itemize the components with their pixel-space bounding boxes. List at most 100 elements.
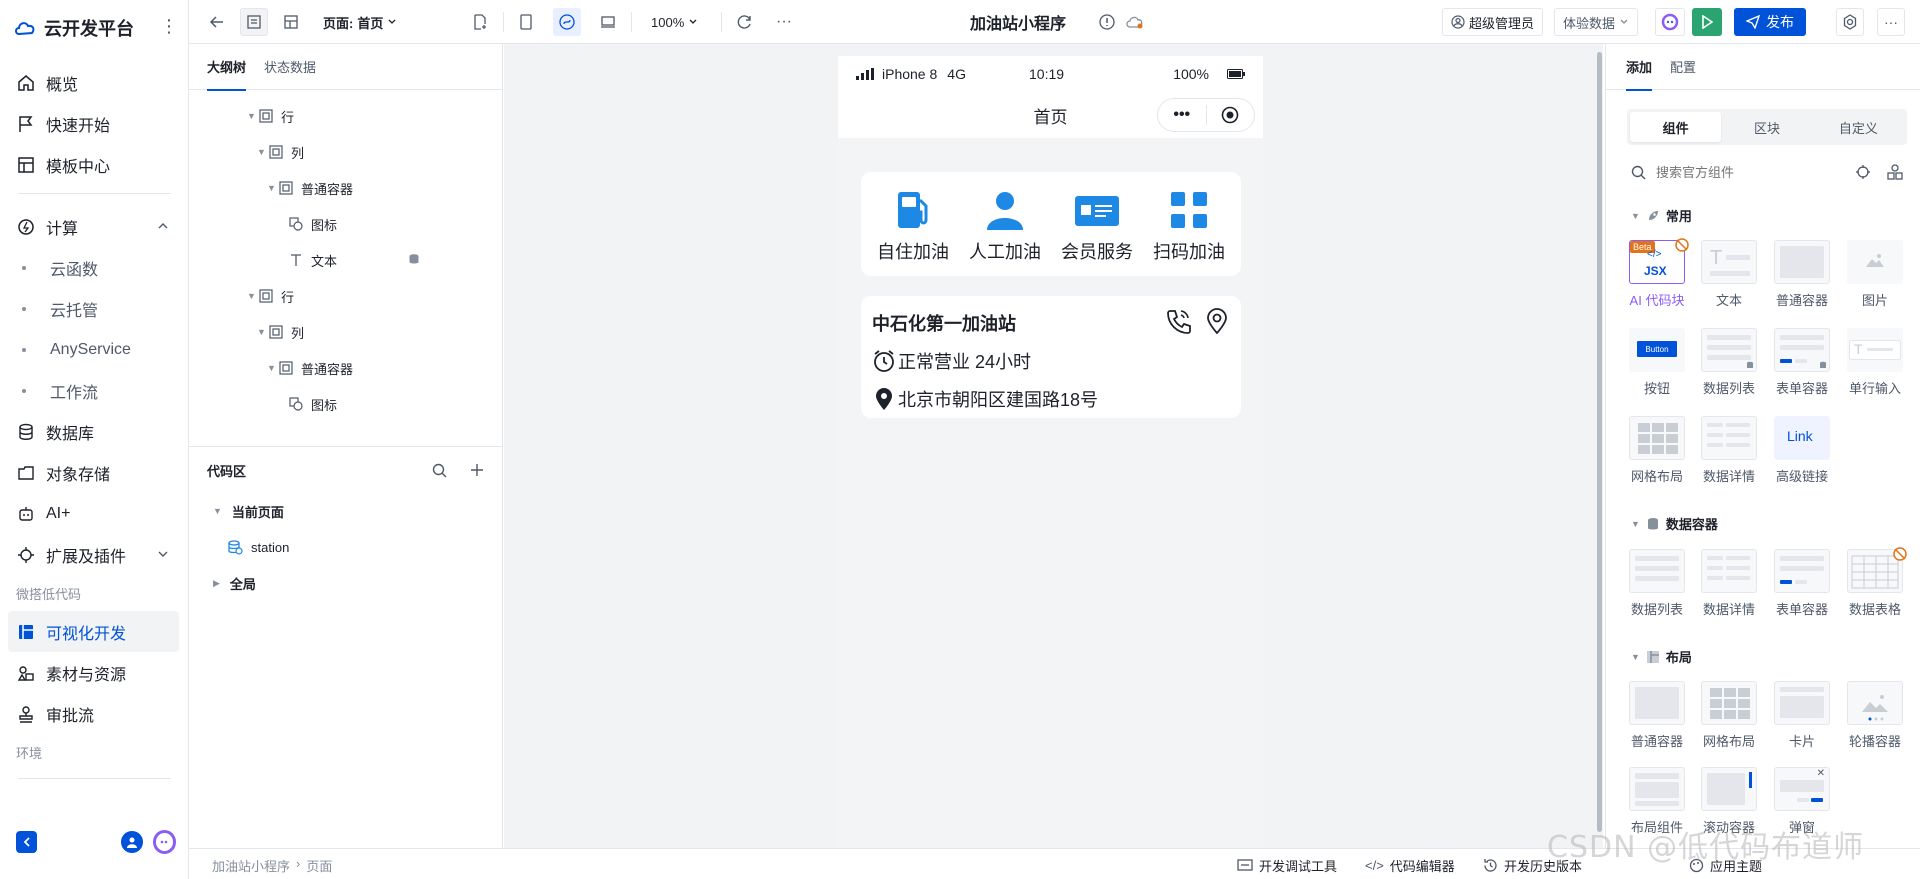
component-search-input[interactable] [1656, 164, 1836, 180]
tree-node[interactable]: 图标 [189, 386, 502, 422]
brand[interactable]: 云开发平台 [14, 14, 134, 42]
caret-down-icon: ▼ [1631, 518, 1640, 529]
data-mode-select[interactable]: 体验数据 [1554, 8, 1639, 36]
breadcrumb-app[interactable]: 加油站小程序 [212, 856, 290, 875]
component-single-input[interactable]: T 单行输入 [1840, 328, 1910, 402]
component-button[interactable]: Button 按钮 [1622, 328, 1692, 402]
code-group-global[interactable]: ▶ 全局 [189, 565, 502, 601]
component-form-container[interactable]: 表单容器 [1767, 549, 1837, 623]
sidebar-item-templates[interactable]: 模板中心 [0, 144, 189, 185]
more-horizontal-icon[interactable]: ··· [772, 8, 796, 36]
more-vertical-icon[interactable]: ⋮ [160, 17, 178, 35]
location-pin-icon[interactable] [1205, 308, 1229, 334]
group-header-data-container[interactable]: ▼ 数据容器 [1631, 514, 1718, 533]
settings-icon[interactable] [1836, 8, 1864, 36]
fuel-pump-icon [893, 190, 933, 230]
plus-icon[interactable] [470, 463, 484, 477]
segment-components[interactable]: 组件 [1630, 112, 1722, 142]
canvas-scrollbar[interactable] [1597, 52, 1602, 832]
tab-state-data[interactable]: 状态数据 [264, 44, 316, 90]
breadcrumb-page[interactable]: 页面 [306, 856, 332, 875]
sidebar-subitem-anyservice[interactable]: AnyService [0, 329, 189, 370]
run-preview-button[interactable] [1692, 8, 1722, 36]
sidebar-item-visual-dev[interactable]: 可视化开发 [8, 611, 179, 652]
user-avatar-icon[interactable] [121, 831, 143, 853]
component-data-table[interactable]: 数据表格 [1840, 547, 1910, 623]
component-data-list[interactable]: 数据列表 [1622, 549, 1692, 623]
tree-node[interactable]: ▼ 普通容器 [189, 350, 502, 386]
code-group-current-page[interactable]: ▼ 当前页面 [189, 493, 502, 529]
sidebar-item-approval[interactable]: 审批流 [0, 693, 189, 734]
sidebar-item-storage[interactable]: 对象存储 [0, 452, 189, 493]
close-target-icon[interactable] [1207, 106, 1255, 124]
grid-item-member[interactable]: 会员服务 [1052, 172, 1142, 276]
tree-node[interactable]: 文本 [189, 242, 502, 278]
refresh-icon[interactable] [733, 8, 757, 36]
tab-config[interactable]: 配置 [1670, 44, 1696, 90]
tree-node[interactable]: ▼ 行 [189, 98, 502, 134]
tree-node[interactable]: ▼ 列 [189, 314, 502, 350]
component-data-list[interactable]: 数据列表 [1694, 328, 1764, 402]
component-data-detail[interactable]: 数据详情 [1694, 549, 1764, 623]
component-form-container[interactable]: 表单容器 [1767, 328, 1837, 402]
segment-blocks[interactable]: 区块 [1721, 112, 1812, 142]
component-carousel[interactable]: 轮播容器 [1840, 681, 1910, 755]
back-arrow-icon[interactable] [205, 8, 229, 36]
component-grid-layout[interactable]: 网格布局 [1622, 416, 1692, 490]
desktop-view-icon[interactable] [596, 8, 620, 36]
user-menu-button[interactable]: 超级管理员 [1442, 8, 1544, 36]
more-horizontal-icon[interactable]: ••• [1158, 106, 1206, 124]
dev-debug-tool-button[interactable]: 开发调试工具 [1237, 856, 1337, 875]
tree-node[interactable]: ▼ 列 [189, 134, 502, 170]
miniprogram-view-icon[interactable] [553, 8, 581, 36]
tree-node[interactable]: ▼ 行 [189, 278, 502, 314]
phone-call-icon[interactable] [1165, 308, 1191, 334]
publish-button[interactable]: 发布 [1734, 8, 1806, 36]
tree-node[interactable]: 图标 [189, 206, 502, 242]
sidebar-item-database[interactable]: 数据库 [0, 411, 189, 452]
collapse-sidebar-button[interactable] [16, 831, 38, 853]
component-image[interactable]: 图片 [1840, 240, 1910, 314]
ai-assistant-button[interactable] [1655, 8, 1685, 36]
more-horizontal-icon[interactable]: ··· [1877, 8, 1905, 36]
tree-node[interactable]: ▼ 普通容器 [189, 170, 502, 206]
sidebar-subitem-workflow[interactable]: 工作流 [0, 370, 189, 411]
code-item-query[interactable]: station [189, 529, 502, 565]
component-text[interactable]: T 文本 [1694, 240, 1764, 314]
component-grid-layout[interactable]: 网格布局 [1694, 681, 1764, 755]
component-market-icon[interactable] [1887, 164, 1903, 180]
grid-item-manual-fuel[interactable]: 人工加油 [960, 172, 1050, 276]
page-list-icon[interactable] [240, 8, 268, 36]
grid-item-self-fuel[interactable]: 自住加油 [868, 172, 958, 276]
segment-custom[interactable]: 自定义 [1813, 112, 1904, 142]
sidebar-item-compute[interactable]: 计算 [0, 206, 189, 247]
sidebar-item-ai[interactable]: AI+ [0, 493, 189, 534]
page-selector[interactable]: 页面: 首页 [323, 8, 397, 36]
ai-assistant-icon[interactable] [152, 830, 177, 854]
info-icon[interactable] [1097, 8, 1117, 36]
sidebar-item-quickstart[interactable]: 快速开始 [0, 103, 189, 144]
sidebar-item-assets[interactable]: 素材与资源 [0, 652, 189, 693]
sidebar-subitem-cloudrun[interactable]: 云托管 [0, 288, 189, 329]
component-ai-code-block[interactable]: Beta </> JSX AI 代码块 [1622, 238, 1692, 314]
mobile-view-icon[interactable] [514, 8, 538, 36]
locate-icon[interactable] [1855, 164, 1871, 180]
grid-item-scan-fuel[interactable]: 扫码加油 [1144, 172, 1234, 276]
component-container[interactable]: 普通容器 [1767, 240, 1837, 314]
component-tree-icon[interactable] [277, 8, 305, 36]
group-header-common[interactable]: ▼ 常用 [1631, 206, 1692, 225]
sidebar-item-plugins[interactable]: 扩展及插件 [0, 534, 189, 575]
component-card[interactable]: 卡片 [1767, 681, 1837, 755]
zoom-selector[interactable]: 100% [651, 8, 698, 36]
component-container[interactable]: 普通容器 [1622, 681, 1692, 755]
group-header-layout[interactable]: ▼ 布局 [1631, 647, 1692, 666]
tab-add[interactable]: 添加 [1626, 44, 1653, 91]
code-editor-button[interactable]: </> 代码编辑器 [1365, 856, 1455, 875]
component-advanced-link[interactable]: Link 高级链接 [1767, 416, 1837, 490]
sidebar-subitem-functions[interactable]: 云函数 [0, 247, 189, 288]
sidebar-item-overview[interactable]: 概览 [0, 62, 189, 103]
component-data-detail[interactable]: 数据详情 [1694, 416, 1764, 490]
tab-outline-tree[interactable]: 大纲树 [207, 44, 247, 91]
search-icon[interactable] [432, 463, 447, 478]
add-page-icon[interactable] [468, 8, 492, 36]
